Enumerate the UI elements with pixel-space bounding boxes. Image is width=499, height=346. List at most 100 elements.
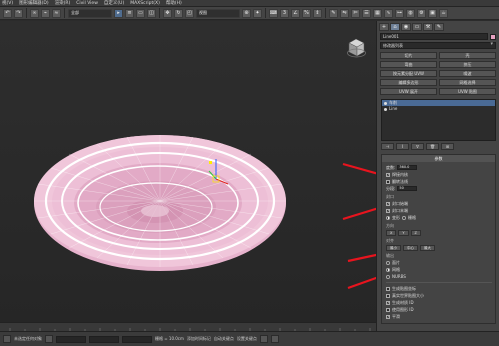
slice-button[interactable]: 切片 bbox=[380, 52, 437, 59]
rotate-icon[interactable]: ↻ bbox=[174, 8, 183, 18]
perspective-viewport[interactable] bbox=[0, 21, 376, 331]
mesh-select-button[interactable]: 网格选择 bbox=[439, 79, 496, 86]
object-color-swatch[interactable] bbox=[490, 33, 496, 40]
parameters-rollout-header[interactable]: 参数 bbox=[382, 155, 495, 162]
add-time-tag-button[interactable]: 添加时间标记 bbox=[187, 336, 211, 342]
next-frame-icon[interactable] bbox=[270, 335, 279, 343]
render-production-icon[interactable]: ☕ bbox=[439, 8, 448, 18]
schematic-view-icon[interactable]: ⊶ bbox=[395, 8, 404, 18]
select-by-name-icon[interactable]: ≡ bbox=[125, 8, 134, 18]
axis-x-button[interactable]: X bbox=[386, 229, 397, 236]
maxscript-listener-icon[interactable] bbox=[3, 335, 11, 343]
named-selection-icon[interactable]: ✎ bbox=[329, 8, 338, 18]
mirror-icon[interactable]: ⇋ bbox=[340, 8, 349, 18]
segments-spinner[interactable]: 50 bbox=[397, 186, 418, 191]
keyboard-shortcut-icon[interactable]: ⌨ bbox=[269, 8, 278, 18]
set-key-button[interactable]: 设置关键点 bbox=[237, 336, 257, 342]
uvw-by-element-button[interactable]: 按元素分配 UVW bbox=[380, 70, 437, 77]
play-icon[interactable] bbox=[259, 335, 268, 343]
stack-item[interactable]: Line bbox=[382, 106, 495, 112]
configure-sets-icon[interactable]: ⊞ bbox=[441, 143, 454, 150]
cap-end-checkbox[interactable]: ✓ bbox=[386, 208, 390, 213]
selection-filter-dropdown[interactable]: 全部 bbox=[68, 8, 112, 18]
uvw-map-button[interactable]: UVW 贴图 bbox=[439, 88, 496, 95]
bind-space-warp-icon[interactable]: ≈ bbox=[52, 8, 61, 18]
reference-coordinate-dropdown[interactable]: 视图 bbox=[196, 8, 240, 18]
menu-view[interactable]: 视(V) bbox=[2, 0, 13, 6]
render-frame-icon[interactable]: ▣ bbox=[428, 8, 437, 18]
pivot-center-icon[interactable]: ⊕ bbox=[242, 8, 251, 18]
scale-icon[interactable]: ◰ bbox=[185, 8, 194, 18]
time-slider[interactable] bbox=[0, 322, 376, 331]
degrees-spinner[interactable]: 360.0 bbox=[397, 165, 418, 170]
output-patch-radio[interactable] bbox=[386, 260, 390, 265]
use-shape-ids-checkbox[interactable] bbox=[386, 307, 390, 312]
move-icon[interactable]: ✥ bbox=[163, 8, 172, 18]
rect-selection-icon[interactable]: ▭ bbox=[136, 8, 145, 18]
modifier-list-dropdown[interactable]: 修改器列表 bbox=[380, 42, 496, 49]
unlink-icon[interactable]: ⌁ bbox=[41, 8, 50, 18]
cap-start-checkbox[interactable]: ✓ bbox=[386, 201, 390, 206]
link-icon[interactable]: ∞ bbox=[30, 8, 39, 18]
smooth-checkbox[interactable]: ✓ bbox=[386, 314, 390, 319]
snap-toggle-icon[interactable]: 3 bbox=[280, 8, 289, 18]
material-editor-icon[interactable]: ◍ bbox=[406, 8, 415, 18]
output-mesh-radio[interactable] bbox=[386, 267, 390, 272]
real-world-checkbox[interactable] bbox=[386, 293, 390, 298]
squeeze-button[interactable]: 挤压 bbox=[439, 61, 496, 68]
pin-stack-icon[interactable]: ⊣ bbox=[381, 143, 394, 150]
hierarchy-tab-icon[interactable]: ◉ bbox=[401, 23, 411, 31]
menu-maxscript[interactable]: MAXScript(X) bbox=[130, 1, 160, 6]
menu-help[interactable]: 帮助(H) bbox=[166, 0, 182, 6]
percent-snap-icon[interactable]: % bbox=[302, 8, 311, 18]
axis-y-button[interactable]: Y bbox=[398, 229, 409, 236]
axis-z-button[interactable]: Z bbox=[410, 229, 421, 236]
weld-core-checkbox[interactable]: ✓ bbox=[386, 172, 390, 177]
gen-mapping-checkbox[interactable] bbox=[386, 286, 390, 291]
flip-normals-checkbox[interactable] bbox=[386, 179, 390, 184]
edit-poly-button[interactable]: 编辑多边形 bbox=[380, 79, 437, 86]
graphite-toggle-icon[interactable]: ▦ bbox=[373, 8, 382, 18]
menu-graph-editors[interactable]: 图形编辑器(D) bbox=[19, 0, 48, 6]
select-object-icon[interactable]: ▸ bbox=[114, 8, 123, 18]
unwrap-uvw-button[interactable]: UVW 展开 bbox=[380, 88, 437, 95]
lathe-plate-mesh[interactable] bbox=[34, 135, 286, 271]
light-bulb-icon[interactable] bbox=[384, 101, 387, 105]
align-icon[interactable]: ⊨ bbox=[351, 8, 360, 18]
motion-tab-icon[interactable]: ▭ bbox=[412, 23, 422, 31]
gen-material-checkbox[interactable]: ✓ bbox=[386, 300, 390, 305]
coord-x-field[interactable] bbox=[56, 335, 86, 343]
curve-editor-icon[interactable]: ∿ bbox=[384, 8, 393, 18]
light-bulb-icon[interactable] bbox=[384, 107, 387, 111]
object-name-field[interactable]: Line001 bbox=[380, 33, 488, 40]
angle-snap-icon[interactable]: ∠ bbox=[291, 8, 300, 18]
align-max-button[interactable]: 最大 bbox=[420, 244, 435, 251]
select-manipulate-icon[interactable]: ✦ bbox=[253, 8, 262, 18]
auto-key-button[interactable]: 自动关键点 bbox=[214, 336, 234, 342]
create-tab-icon[interactable]: + bbox=[379, 23, 389, 31]
morph-radio[interactable] bbox=[386, 215, 390, 220]
align-min-button[interactable]: 最小 bbox=[386, 244, 401, 251]
utilities-tab-icon[interactable]: ✎ bbox=[434, 23, 444, 31]
coord-y-field[interactable] bbox=[89, 335, 119, 343]
menu-customize[interactable]: 自定义(U) bbox=[104, 0, 124, 6]
menu-rendering[interactable]: 渲染(R) bbox=[55, 0, 71, 6]
window-crossing-icon[interactable]: ◫ bbox=[147, 8, 156, 18]
make-unique-icon[interactable]: ∀ bbox=[411, 143, 424, 150]
undo-icon[interactable]: ↶ bbox=[3, 8, 12, 18]
redo-icon[interactable]: ↷ bbox=[14, 8, 23, 18]
align-center-button[interactable]: 中心 bbox=[403, 244, 418, 251]
lock-selection-icon[interactable] bbox=[45, 335, 53, 343]
render-setup-icon[interactable]: ⚙ bbox=[417, 8, 426, 18]
remove-modifier-icon[interactable]: 🗑 bbox=[426, 143, 439, 150]
spinner-snap-icon[interactable]: ⇕ bbox=[313, 8, 322, 18]
shell-button[interactable]: 壳 bbox=[439, 52, 496, 59]
grid-radio[interactable] bbox=[402, 215, 406, 220]
coord-z-field[interactable] bbox=[122, 335, 152, 343]
display-tab-icon[interactable]: ⚒ bbox=[423, 23, 433, 31]
noise-button[interactable]: 噪波 bbox=[439, 70, 496, 77]
output-nurbs-radio[interactable] bbox=[386, 274, 390, 279]
modify-tab-icon[interactable]: ⌂ bbox=[390, 23, 400, 31]
layer-explorer-icon[interactable]: ☰ bbox=[362, 8, 371, 18]
bend-button[interactable]: 弯曲 bbox=[380, 61, 437, 68]
